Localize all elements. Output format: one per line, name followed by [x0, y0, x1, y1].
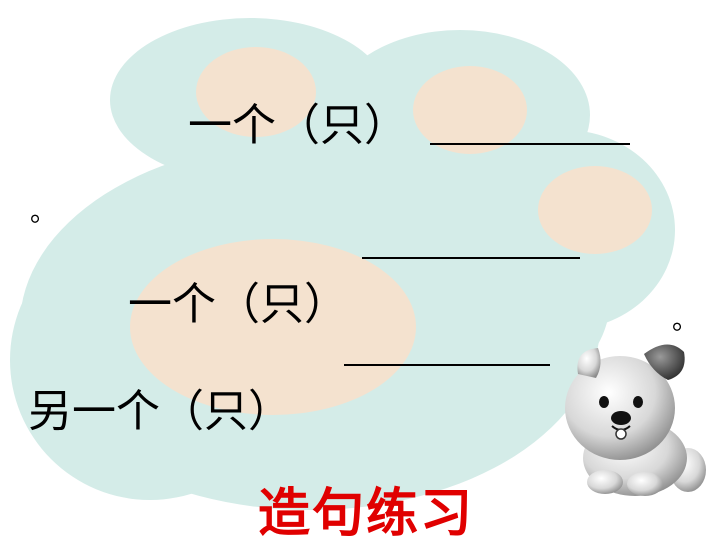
page-title: 造句练习 [258, 484, 475, 544]
sentence-3: 另一个（只） [28, 386, 292, 437]
period-1: 。 [30, 198, 57, 228]
answer-blank-1 [430, 143, 630, 145]
puppy-icon [565, 344, 706, 496]
sentence-1: 一个（只） [188, 100, 408, 151]
answer-blank-3 [344, 364, 550, 366]
answer-blank-2 [362, 257, 580, 259]
sentence-2: 一个（只） [128, 279, 348, 330]
